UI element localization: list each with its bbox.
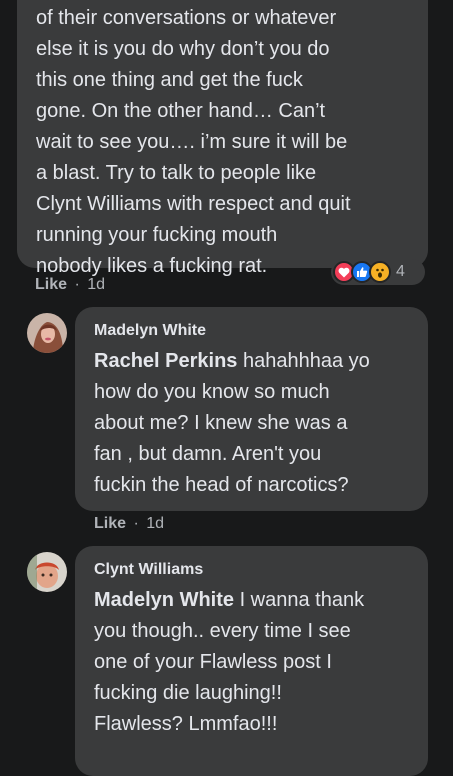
comment-line: of their conversations or whatever <box>36 7 337 29</box>
comment-author[interactable]: Clynt Williams <box>94 560 428 580</box>
reaction-count: 4 <box>396 263 405 280</box>
separator: · <box>74 276 80 293</box>
avatar-clynt-williams[interactable] <box>27 552 67 592</box>
comment-line: how do you know so much <box>94 381 330 403</box>
comment-line: Rachel Perkins hahahhhaa yo <box>94 346 428 377</box>
comment-author[interactable]: Madelyn White <box>94 321 428 341</box>
wow-icon <box>369 261 391 283</box>
comment-line: wait to see you…. i’m sure it will be <box>36 131 348 153</box>
comment-line: fucking die laughing!! <box>94 682 282 704</box>
comment-line: fuckin the head of narcotics? <box>94 474 349 496</box>
comment-line: a blast. Try to talk to people like <box>36 162 317 184</box>
like-button[interactable]: Like <box>35 276 67 293</box>
separator: · <box>133 515 139 532</box>
comment-line-rest: hahahhhaa yo <box>237 350 370 372</box>
comment-line: one of your Flawless post I <box>94 651 332 673</box>
comment-text: Rachel Perkins hahahhhaa yo how do you k… <box>94 346 428 501</box>
comment-bubble-1: of their conversations or whatever else … <box>17 0 428 277</box>
comment-line: Flawless? Lmmfao!!! <box>94 713 278 735</box>
comment-bubble-3: Clynt Williams Madelyn White I wanna tha… <box>75 546 428 776</box>
mention-link[interactable]: Madelyn White <box>94 589 234 611</box>
comment-line: Clynt Williams with respect and quit <box>36 193 351 215</box>
comment-line: running your fucking mouth <box>36 224 278 246</box>
avatar-madelyn-white[interactable] <box>27 313 67 353</box>
comment-actions-1: Like · 1d <box>35 276 105 294</box>
comment-text: Madelyn White I wanna thank you though..… <box>94 585 428 740</box>
comment-line: gone. On the other hand… Can’t <box>36 100 326 122</box>
comment-line: this one thing and get the fuck <box>36 69 303 91</box>
comment-line: you though.. every time I see <box>94 620 351 642</box>
like-button[interactable]: Like <box>94 515 126 532</box>
mention-link[interactable]: Rachel Perkins <box>94 350 237 372</box>
comment-text: of their conversations or whatever else … <box>36 3 428 282</box>
comment-line-rest: I wanna thank <box>234 589 365 611</box>
comment-bubble-2: Madelyn White Rachel Perkins hahahhhaa y… <box>75 307 428 511</box>
timestamp[interactable]: 1d <box>146 515 164 532</box>
timestamp[interactable]: 1d <box>87 276 105 293</box>
comment-line: fan , but damn. Aren't you <box>94 443 322 465</box>
comment-line: about me? I knew she was a <box>94 412 348 434</box>
reaction-summary[interactable]: 4 <box>331 259 425 285</box>
comment-line: else it is you do why don’t you do <box>36 38 330 60</box>
comment-line: Madelyn White I wanna thank <box>94 585 428 616</box>
comment-actions-2: Like · 1d <box>94 515 164 533</box>
